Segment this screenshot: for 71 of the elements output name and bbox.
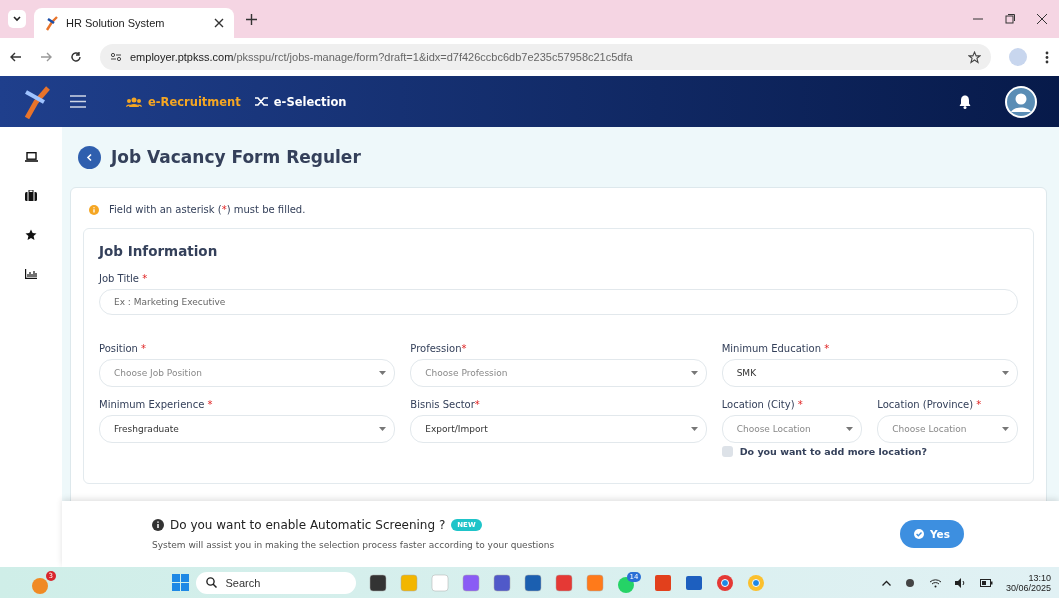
nav-link[interactable]: e-Selection: [254, 94, 347, 109]
field-label: Bisnis Sector*: [410, 399, 481, 410]
new-tab-icon[interactable]: [246, 13, 257, 25]
tab-title: HR Solution System: [66, 17, 166, 29]
checkbox[interactable]: [721, 446, 733, 457]
close-icon[interactable]: [1037, 14, 1047, 24]
bar-chart-icon[interactable]: [25, 269, 37, 279]
select-field[interactable]: Choose Location: [721, 415, 863, 443]
field-label: Profession*: [410, 343, 468, 354]
briefcase-icon[interactable]: [25, 190, 37, 201]
caret-icon: [846, 427, 854, 431]
address-bar[interactable]: employer.ptpkss.com/pksspu/rct/jobs-manage/form?draft=1&idx=d7f426ccbc6db7e235c57958c21c5dfa: [100, 44, 991, 70]
select-field[interactable]: Choose Profession: [410, 359, 707, 387]
site-settings-icon[interactable]: [110, 52, 122, 62]
back-icon[interactable]: [10, 51, 22, 63]
more-menu-icon[interactable]: [1045, 50, 1049, 64]
nav-link[interactable]: e-Recruitment: [126, 94, 241, 109]
caret-icon: [690, 427, 698, 431]
field-label: Minimum Education *: [721, 343, 831, 354]
select-field[interactable]: Freshgraduate: [99, 415, 396, 443]
info-icon: [89, 204, 99, 215]
checkbox-label: Do you want to add more location?: [739, 446, 927, 457]
wifi-icon[interactable]: [928, 577, 942, 588]
chevron-up-icon[interactable]: [881, 579, 891, 586]
select-field[interactable]: Choose Job Position: [99, 359, 396, 387]
field-label: Location (City) *: [721, 399, 804, 410]
check-circle-icon: [914, 529, 924, 539]
caret-icon: [379, 371, 387, 375]
field-label: Minimum Experience *: [99, 399, 214, 410]
reload-icon[interactable]: [70, 51, 82, 63]
forward-icon[interactable]: [40, 51, 52, 63]
windows-start-icon[interactable]: [172, 574, 190, 591]
user-avatar-icon[interactable]: [1005, 85, 1037, 118]
bookmark-star-icon[interactable]: [968, 50, 981, 64]
people-icon: [126, 96, 142, 107]
input-field[interactable]: Ex : Marketing Executive: [99, 289, 1018, 315]
field-label: Position *: [99, 343, 148, 354]
caret-icon: [1002, 371, 1009, 375]
menu-icon[interactable]: [70, 95, 86, 108]
required-fields-note: Field with an asterisk (*) must be filled.: [109, 204, 306, 215]
page-title: Job Vacancy Form Reguler: [111, 147, 361, 167]
star-icon[interactable]: [25, 229, 37, 241]
field-label: Location (Province) *: [877, 399, 983, 410]
speaker-icon[interactable]: [954, 577, 967, 588]
info-icon: [152, 519, 164, 531]
tab-list-button[interactable]: [8, 10, 26, 28]
notification-bell-icon[interactable]: [959, 94, 971, 109]
taskbar-search-field[interactable]: Search: [196, 571, 357, 594]
select-field[interactable]: SMK: [721, 359, 1018, 387]
browser-tab[interactable]: HR Solution System: [34, 8, 234, 38]
taskbar-clock[interactable]: 13:10 30/06/2025: [1005, 572, 1051, 593]
caret-icon: [1002, 427, 1009, 431]
battery-icon[interactable]: [979, 578, 993, 587]
select-field[interactable]: Choose Location: [877, 415, 1018, 443]
close-icon[interactable]: [214, 18, 224, 28]
field-label: Job Title *: [99, 273, 149, 284]
laptop-icon[interactable]: [24, 152, 38, 162]
runner-logo-icon: [44, 15, 60, 31]
banner-title: Do you want to enable Automatic Screening ?: [170, 518, 446, 532]
restore-icon[interactable]: [1005, 14, 1015, 24]
runner-logo-icon[interactable]: [22, 84, 52, 119]
select-field[interactable]: Export/Import: [410, 415, 707, 443]
back-button-icon[interactable]: [78, 145, 101, 169]
url-text: employer.ptpkss.com/pksspu/rct/jobs-manage/form?draft=1&idx=d7f426ccbc6db7e235c57958c21c5dfa: [130, 51, 634, 63]
section-title: Job Information: [99, 243, 219, 259]
caret-icon: [379, 427, 387, 431]
search-icon: [206, 577, 218, 588]
caret-icon: [12, 14, 22, 24]
banner-text: System will assist you in making the selection process faster according to your questions: [152, 540, 556, 550]
caret-icon: [690, 371, 698, 375]
shuffle-icon: [254, 96, 268, 107]
